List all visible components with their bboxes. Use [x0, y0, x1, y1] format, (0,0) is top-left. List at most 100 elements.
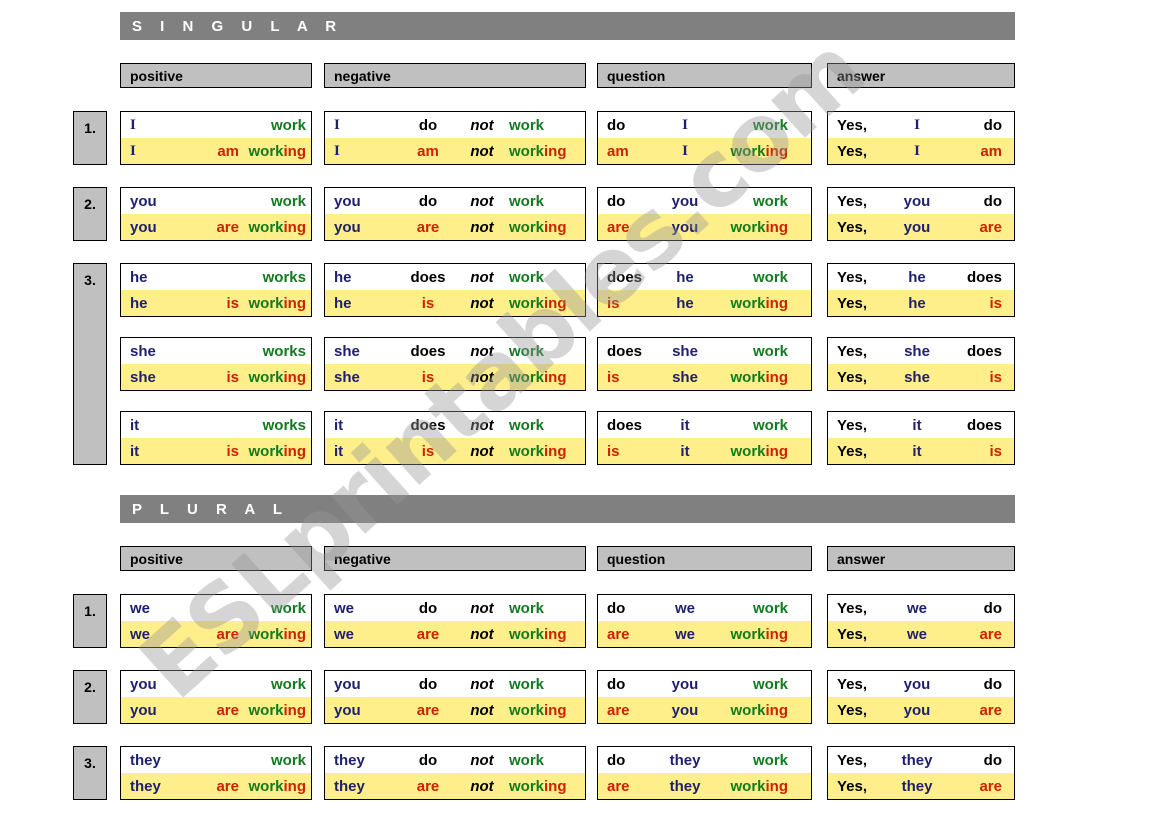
sentence-continuous: Iam working: [121, 138, 311, 164]
sentence-simple: you work: [121, 671, 311, 697]
word-text: it: [912, 416, 922, 434]
word-slot-s1: you: [325, 193, 397, 210]
word-text: do: [418, 599, 438, 617]
word-slot-s1: they: [121, 752, 183, 769]
word-text: works: [262, 342, 306, 360]
sentence-continuous: are you working: [598, 697, 811, 723]
word-text: it: [130, 416, 140, 434]
word-text: Yes,: [837, 599, 868, 617]
word-slot-s1: Yes,: [828, 417, 886, 434]
word-text: work: [752, 416, 788, 434]
word-text: is: [421, 294, 435, 312]
cell-answer: Yes, Ido Yes, Iam: [827, 111, 1015, 165]
word-text: not: [470, 218, 494, 236]
word-slot-s1: Yes,: [828, 295, 886, 312]
sentence-simple: do you work: [598, 671, 811, 697]
sentence-continuous: she is working: [121, 364, 311, 390]
word-slot-s2: he: [654, 269, 716, 286]
cell-negative: she does not work she is not working: [324, 337, 586, 391]
word-slot-s3: working: [716, 778, 794, 795]
word-text: they: [334, 777, 365, 795]
sentence-simple: Yes, he does: [828, 264, 1014, 290]
word-slot-s1: she: [325, 343, 397, 360]
sentence-simple: we work: [121, 595, 311, 621]
word-text: I: [334, 117, 340, 133]
word-text: do: [983, 192, 1002, 210]
word-text: work: [752, 268, 788, 286]
word-slot-s2: is: [183, 443, 239, 460]
sentence-simple: do they work: [598, 747, 811, 773]
word-text: they: [334, 751, 365, 769]
word-slot-s3: working: [716, 443, 794, 460]
word-text: he: [676, 294, 694, 312]
word-text: not: [470, 701, 494, 719]
word-slot-s2: does: [397, 417, 459, 434]
word-slot-s3: do: [948, 193, 1010, 210]
word-slot-s1: do: [598, 193, 654, 210]
word-text: work: [509, 751, 545, 769]
word-slot-s1: you: [121, 193, 183, 210]
word-text: not: [470, 192, 494, 210]
word-slot-s3: not: [459, 417, 505, 434]
word-text: Yes,: [837, 442, 868, 460]
word-text: Yes,: [837, 192, 868, 210]
word-slot-s2: it: [654, 417, 716, 434]
word-slot-s2: do: [397, 193, 459, 210]
word-slot-s3: work: [239, 676, 311, 693]
word-slot-s2: they: [654, 778, 716, 795]
word-text: work: [248, 142, 284, 160]
word-text: do: [607, 751, 626, 769]
sentence-continuous: are we working: [598, 621, 811, 647]
word-text: she: [130, 342, 156, 360]
word-slot-s3: not: [459, 752, 505, 769]
word-slot-s1: are: [598, 778, 654, 795]
word-text: not: [470, 368, 494, 386]
word-text: work: [509, 192, 545, 210]
word-slot-s2: do: [397, 600, 459, 617]
sentence-simple: he does not work: [325, 264, 585, 290]
word-slot-s2: do: [397, 752, 459, 769]
word-slot-s3: working: [239, 143, 311, 160]
sentence-simple: he works: [121, 264, 311, 290]
word-text: she: [334, 342, 360, 360]
word-slot-s2: is: [397, 295, 459, 312]
word-text: she: [904, 368, 930, 386]
cell-positive: she works she is working: [120, 337, 312, 391]
cell-negative: you do not work you are not working: [324, 187, 586, 241]
word-text: we: [130, 599, 151, 617]
word-text: Yes,: [837, 368, 868, 386]
word-text: we: [906, 625, 927, 643]
word-text: you: [903, 675, 931, 693]
word-slot-s3: does: [948, 269, 1010, 286]
sentence-continuous: Yes, they are: [828, 773, 1014, 799]
cell-positive: it works it is working: [120, 411, 312, 465]
word-text: work: [730, 701, 766, 719]
row-number-cell: 1.: [73, 111, 107, 165]
word-text: work: [248, 777, 284, 795]
word-slot-s1: you: [325, 676, 397, 693]
sentence-continuous: Iam not working: [325, 138, 585, 164]
sentence-continuous: we are working: [121, 621, 311, 647]
word-text: not: [470, 751, 494, 769]
word-text: work: [509, 701, 545, 719]
word-slot-s1: she: [121, 343, 183, 360]
word-text: do: [418, 192, 438, 210]
sentence-continuous: she is not working: [325, 364, 585, 390]
word-slot-s1: are: [598, 626, 654, 643]
cell-positive: they work they are working: [120, 746, 312, 800]
word-text: work: [752, 116, 788, 134]
sentence-continuous: you are not working: [325, 697, 585, 723]
cell-answer: Yes, you do Yes, you are: [827, 670, 1015, 724]
word-slot-s1: Yes,: [828, 443, 886, 460]
sentence-continuous: we are not working: [325, 621, 585, 647]
word-text: we: [334, 625, 355, 643]
word-slot-s1: do: [598, 676, 654, 693]
sentence-simple: she works: [121, 338, 311, 364]
word-slot-s3: not: [459, 443, 505, 460]
sentence-simple: does he work: [598, 264, 811, 290]
word-text: he: [130, 268, 148, 286]
word-text: not: [470, 777, 494, 795]
word-slot-s1: we: [325, 600, 397, 617]
cell-question: do Iwork am Iworking: [597, 111, 812, 165]
word-text: I: [914, 143, 920, 159]
